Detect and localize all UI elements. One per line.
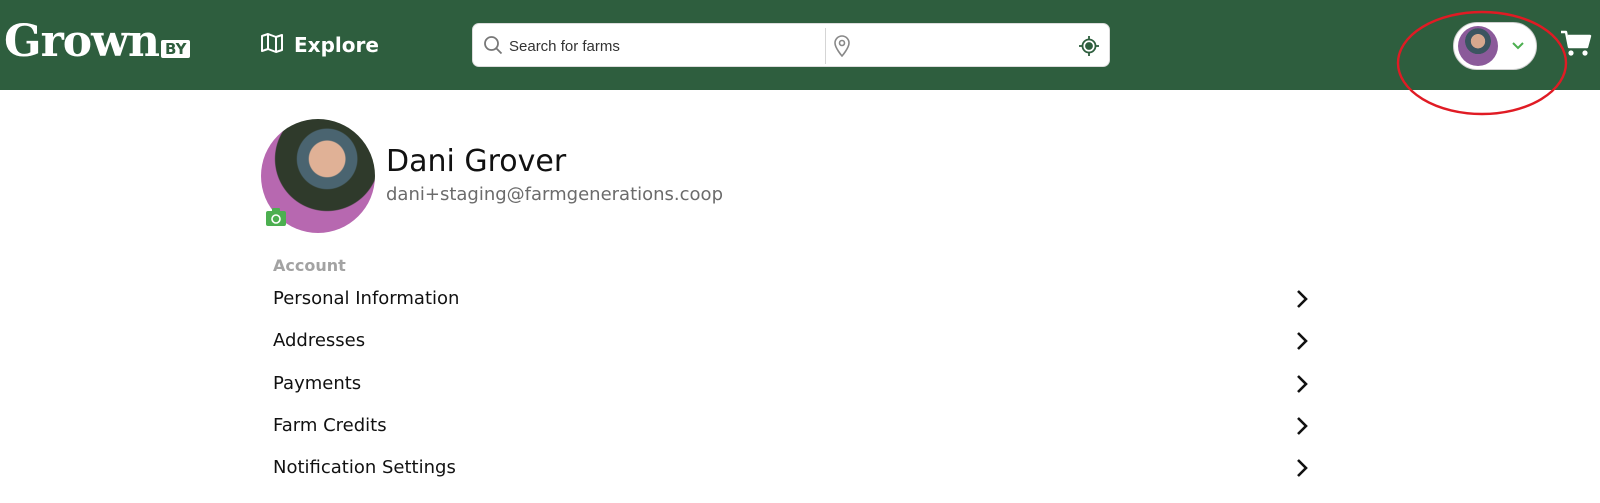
user-email: dani+staging@farmgenerations.coop [386, 184, 723, 205]
logo-by-badge: BY [160, 40, 191, 58]
user-name: Dani Grover [386, 144, 567, 179]
chevron-right-icon [1295, 415, 1309, 441]
profile-menu-button[interactable] [1453, 22, 1537, 70]
chevron-down-icon [1510, 38, 1526, 58]
cart-icon[interactable] [1560, 30, 1592, 62]
farm-search-input[interactable] [507, 32, 801, 60]
menu-item-farm-credits[interactable]: Farm Credits [273, 409, 1309, 443]
chevron-right-icon [1295, 457, 1309, 483]
avatar [1458, 26, 1498, 66]
menu-item-personal-information[interactable]: Personal Information [273, 282, 1309, 316]
account-section-label: Account [273, 256, 346, 275]
menu-item-addresses[interactable]: Addresses [273, 324, 1309, 358]
chevron-right-icon [1295, 288, 1309, 314]
menu-item-label: Addresses [273, 330, 366, 351]
grownby-logo[interactable]: Grown BY [4, 14, 191, 74]
map-icon [260, 32, 284, 58]
menu-item-label: Notification Settings [273, 457, 456, 478]
chevron-right-icon [1295, 330, 1309, 356]
menu-item-payments[interactable]: Payments [273, 367, 1309, 401]
logo-wordmark: Grown [4, 16, 160, 67]
menu-item-label: Payments [273, 373, 362, 394]
menu-item-label: Farm Credits [273, 415, 387, 436]
menu-item-notification-settings[interactable]: Notification Settings [273, 451, 1309, 485]
camera-icon[interactable] [266, 208, 286, 226]
explore-label: Explore [294, 33, 379, 57]
explore-link[interactable]: Explore [260, 32, 379, 58]
crosshair-icon[interactable] [1078, 35, 1100, 61]
chevron-right-icon [1295, 373, 1309, 399]
location-pin-icon [833, 35, 851, 61]
location-input[interactable] [859, 32, 1063, 60]
search-bar [472, 23, 1110, 67]
search-icon [483, 35, 503, 59]
top-navigation-bar: Grown BY Explore [0, 0, 1600, 90]
search-divider [825, 28, 826, 64]
menu-item-label: Personal Information [273, 288, 460, 309]
